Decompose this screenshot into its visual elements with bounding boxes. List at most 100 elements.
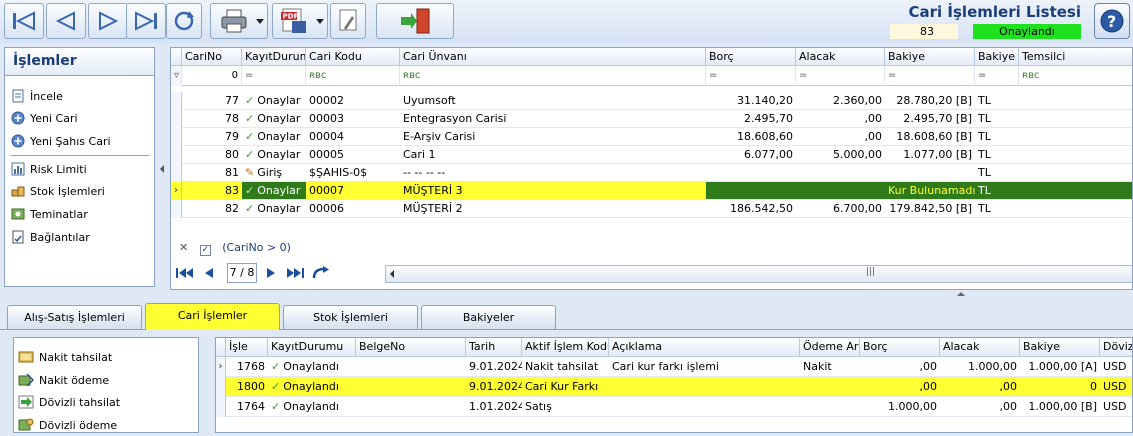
column-header-aciklama[interactable]: Açıklama [609,338,800,357]
table-row[interactable]: 80 ✓ Onaylar 00005 Cari 1 6.077,00 5.000,… [171,146,1132,164]
previous-record-button[interactable] [46,3,86,39]
nav-refresh-button[interactable] [311,264,331,282]
nav-last-button[interactable] [285,264,305,282]
tab-stok-islemleri[interactable]: Stok İşlemleri [283,305,418,329]
table-row[interactable]: 78 ✓ Onaylar 00003 Entegrasyon Carisi 2.4… [171,110,1132,128]
cell-unvan: MÜŞTERİ 2 [403,202,463,215]
cell-bakiye: 2.495,70 [B] [903,112,972,125]
column-header-alacak[interactable]: Alacak [940,338,1020,357]
guarantee-icon [11,208,25,220]
menu-item-stok-islemleri[interactable]: Stok İşlemleri [11,181,105,201]
exit-button[interactable] [376,3,454,39]
action-dovizli-tahsilat[interactable]: Dövizli tahsilat [18,391,120,413]
column-header-borc[interactable]: Borç [706,48,796,66]
refresh-button[interactable] [166,3,202,39]
quick-actions-panel: Nakit tahsilat Nakit ödeme Dövizli tahsi… [13,337,199,433]
table-row[interactable]: 82 ✓ Onaylar 00006 MÜŞTERİ 2 186.542,50 6… [171,200,1132,218]
collapse-panel-icon[interactable] [160,165,164,173]
table-row[interactable]: 81 ✎ Giriş $ŞAHIS-0$ -- -- -- -- TL [171,164,1132,182]
print-button[interactable] [210,3,268,39]
table-row[interactable]: 1764 ✓ Onaylandı 1.01.2024 Satış 1.000,00… [216,397,1132,417]
menu-item-risk-limiti[interactable]: Risk Limiti [11,159,87,179]
column-header-temsilci[interactable]: Temsilci [1019,48,1132,66]
filter-bakiye[interactable]: = [885,66,975,86]
help-button[interactable]: ? [1094,3,1130,39]
table-row[interactable]: 79 ✓ Onaylar 00004 E-Arşiv Carisi 18.608,… [171,128,1132,146]
filter-bakiye-d[interactable]: = [975,66,1019,86]
column-header-kayitdurumu[interactable]: KayıtDurumu [268,338,356,357]
clear-filter-icon[interactable]: ✕ [179,241,188,254]
tab-alis-satis[interactable]: Alış-Satış İşlemleri [7,305,142,329]
cell-borc: ,00 [919,380,938,393]
table-row-selected[interactable]: 1800 ✓ Onaylandı 9.01.2024 Cari Kur Farkı… [216,377,1132,397]
collapse-bottom-icon[interactable] [957,292,965,296]
filter-cari-kodu[interactable]: ʀʙᴄ [306,66,400,86]
cell-bakiye: 0 [1090,380,1097,393]
column-header-bakiye[interactable]: Bakiye [1020,338,1100,357]
menu-item-incele[interactable]: İncele [11,86,63,106]
filter-cari-unvani[interactable]: ʀʙᴄ [400,66,706,86]
column-header-cari-kodu[interactable]: Cari Kodu [306,48,400,66]
cell-doviz: TL [978,130,991,143]
menu-item-teminatlar[interactable]: Teminatlar [11,204,88,224]
table-row[interactable]: › 1768 ✓ Onaylandı 9.01.2024 Nakit tahsil… [216,357,1132,377]
page-indicator[interactable]: 7 / 8 [227,263,257,283]
action-nakit-odeme[interactable]: Nakit ödeme [18,369,109,391]
next-record-button[interactable] [88,3,128,39]
settings-button[interactable] [330,3,366,39]
column-header-doviz[interactable]: Döviz [1100,338,1132,357]
filter-expression[interactable]: (CariNo > 0) [222,241,291,254]
cell-kod: 00003 [309,112,344,125]
menu-item-yeni-cari[interactable]: Yeni Cari [11,108,78,128]
tab-cari-islemler[interactable]: Cari İşlemler [145,303,280,330]
filter-carino[interactable]: 0 [182,66,242,86]
pdf-dropdown-icon[interactable] [316,19,324,24]
column-header-belgeno[interactable]: BelgeNo [356,338,466,357]
column-header-tarih[interactable]: Tarih [466,338,522,357]
filter-alacak[interactable]: = [796,66,885,86]
column-header-cari-unvani[interactable]: Cari Ünvanı [400,48,706,66]
nav-first-button[interactable] [175,264,195,282]
filter-borc[interactable]: = [706,66,796,86]
column-header-carino[interactable]: CariNo [182,48,242,66]
pdf-export-button[interactable]: PDF [272,3,328,39]
table-row-selected[interactable]: › 83 ✓ Onaylar 00007 MÜŞTERİ 3 Kur Buluna… [171,182,1132,200]
nav-prev-button[interactable] [199,264,219,282]
tab-bakiyeler[interactable]: Bakiyeler [421,305,556,329]
scroll-thumb-grip[interactable]: ||| [866,267,875,277]
edit-icon: ✎ [245,166,255,179]
column-header-kayitdurumu[interactable]: KayıtDurumu [242,48,306,66]
filter-kayitdurumu[interactable]: = [242,66,306,86]
scroll-left-icon[interactable] [390,270,394,278]
action-nakit-tahsilat[interactable]: Nakit tahsilat [18,346,112,368]
column-header-aktif-islem-kodu[interactable]: Aktif İşlem Kodu [522,338,609,357]
cell-odeme: Nakit [803,360,832,373]
column-header-borc[interactable]: Borç [860,338,940,357]
filter-enabled-checkbox[interactable]: ✓ [199,245,211,256]
column-header-bakiye-d[interactable]: Bakiye D [975,48,1019,66]
horizontal-scrollbar[interactable]: ||| [385,265,1132,283]
menu-item-baglantilar[interactable]: Bağlantılar [11,227,90,247]
menu-item-yeni-sahis-cari[interactable]: Yeni Şahıs Cari [11,131,111,151]
cell-isle: 1768 [237,360,265,373]
print-dropdown-icon[interactable] [256,19,264,24]
column-header-bakiye[interactable]: Bakiye [885,48,975,66]
check-icon: ✓ [245,184,255,197]
cell-alacak: 5.000,00 [833,148,882,161]
check-icon: ✓ [245,148,255,161]
cell-bakiye: 1.000,00 [B] [1028,400,1097,413]
cell-bakiye [885,164,975,182]
column-header-odeme-araci[interactable]: Ödeme Araı [800,338,860,357]
table-row[interactable]: 77 ✓ Onaylar 00002 Uyumsoft 31.140,20 2.3… [171,92,1132,110]
prev-icon [205,268,213,278]
row-indicator [171,128,182,146]
filter-temsilci[interactable]: ʀʙᴄ [1019,66,1132,86]
column-header-isle[interactable]: İşle [226,338,268,357]
cell-unvan: -- -- -- -- [403,166,446,179]
action-label: Dövizli tahsilat [39,395,121,409]
column-header-alacak[interactable]: Alacak [796,48,885,66]
last-record-button[interactable] [126,3,166,39]
nav-next-button[interactable] [261,264,281,282]
first-record-button[interactable] [4,3,44,39]
action-label: Dövizli ödeme [39,418,118,432]
